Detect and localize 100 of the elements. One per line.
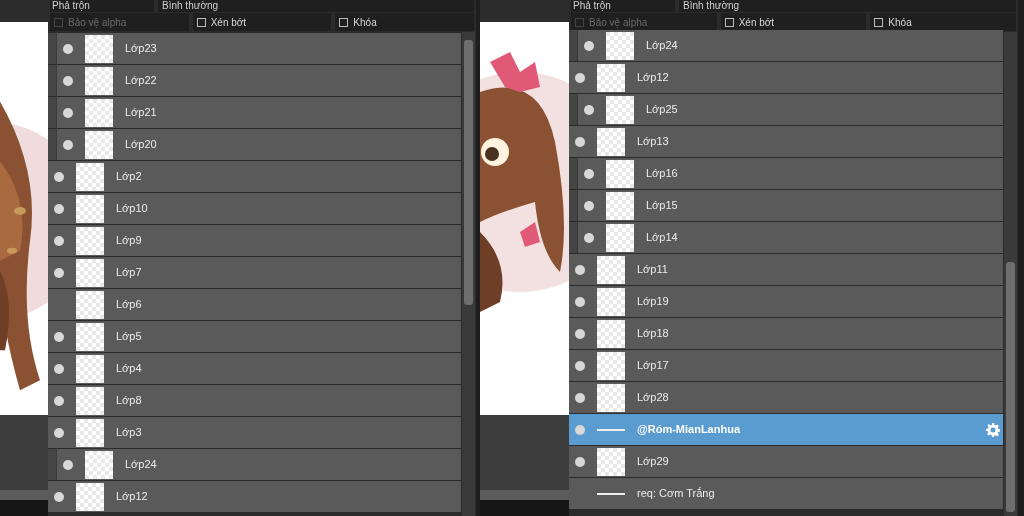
layer-row[interactable]: req: Cơm Trắng	[569, 478, 1003, 509]
visibility-toggle[interactable]	[575, 264, 585, 275]
layer-name: Lớp4	[116, 361, 142, 377]
layer-row[interactable]: Lớp24	[56, 449, 461, 480]
visibility-toggle[interactable]	[63, 43, 73, 54]
visibility-toggle[interactable]	[584, 40, 594, 51]
layer-name: Lớp22	[125, 73, 157, 89]
visibility-toggle[interactable]	[584, 104, 594, 115]
layer-name: Lớp20	[125, 137, 157, 153]
visibility-toggle[interactable]	[54, 203, 64, 214]
layer-row[interactable]: Lớp25	[577, 94, 1003, 125]
layer-thumbnail	[76, 322, 104, 351]
layer-name: Lớp12	[637, 70, 669, 86]
blend-mode-dropdown[interactable]: Bình thường	[158, 0, 474, 12]
layer-thumbnail	[597, 255, 625, 284]
layer-thumbnail	[76, 258, 104, 287]
visibility-toggle[interactable]	[575, 392, 585, 403]
layer-row[interactable]: Lớp13	[569, 126, 1003, 157]
layer-thumbnail	[76, 290, 104, 319]
visibility-toggle[interactable]	[584, 168, 594, 179]
visibility-toggle[interactable]	[63, 75, 73, 86]
layer-name: Lớp7	[116, 265, 142, 281]
layer-row[interactable]: Lớp8	[48, 385, 461, 416]
layer-thumbnail	[76, 162, 104, 191]
layer-name: Lớp19	[637, 294, 669, 310]
layer-name: Lớp15	[646, 198, 678, 214]
option-checkbox[interactable]: Xén bớt	[192, 13, 332, 31]
layer-row[interactable]: Lớp16	[577, 158, 1003, 189]
layer-name: Lớp17	[637, 358, 669, 374]
visibility-toggle[interactable]	[575, 424, 585, 435]
visibility-toggle[interactable]	[63, 139, 73, 150]
layer-row[interactable]: Lớp9	[48, 225, 461, 256]
visibility-toggle[interactable]	[54, 267, 64, 278]
visibility-toggle[interactable]	[54, 427, 64, 438]
layer-row[interactable]: Lớp22	[56, 65, 461, 96]
layer-name: @Róm-MianLanhua	[637, 422, 740, 438]
visibility-toggle[interactable]	[63, 107, 73, 118]
blend-mode-dropdown[interactable]: Bình thường	[679, 0, 1016, 12]
layer-thumbnail	[76, 354, 104, 383]
visibility-toggle[interactable]	[575, 360, 585, 371]
layer-row[interactable]: Lớp3	[48, 417, 461, 448]
settings-icon[interactable]	[986, 422, 1000, 437]
layer-row[interactable]: Lớp18	[569, 318, 1003, 349]
layer-thumbnail	[76, 418, 104, 447]
layer-row[interactable]: Lớp11	[569, 254, 1003, 285]
layer-name: Lớp5	[116, 329, 142, 345]
layer-name: Lớp3	[116, 425, 142, 441]
layer-thumbnail	[597, 447, 625, 476]
option-checkbox[interactable]: Xén bớt	[720, 13, 867, 31]
visibility-toggle[interactable]	[63, 459, 73, 470]
visibility-toggle[interactable]	[575, 328, 585, 339]
visibility-toggle[interactable]	[54, 171, 64, 182]
layer-thumbnail	[606, 31, 634, 60]
scrollbar[interactable]	[462, 32, 475, 516]
layer-row[interactable]: Lớp14	[577, 222, 1003, 253]
visibility-toggle[interactable]	[54, 331, 64, 342]
layer-row[interactable]: Lớp23	[56, 33, 461, 64]
blend-label: Phả trộn	[50, 0, 154, 12]
layer-name: Lớp13	[637, 134, 669, 150]
layer-name: Lớp24	[125, 457, 157, 473]
visibility-toggle[interactable]	[584, 200, 594, 211]
visibility-toggle[interactable]	[575, 72, 585, 83]
layer-row[interactable]: Lớp5	[48, 321, 461, 352]
layer-row[interactable]: Lớp20	[56, 129, 461, 160]
layer-row[interactable]: Lớp29	[569, 446, 1003, 477]
layer-name: Lớp8	[116, 393, 142, 409]
visibility-toggle[interactable]	[54, 491, 64, 502]
layer-row[interactable]: Lớp15	[577, 190, 1003, 221]
option-checkbox[interactable]: Khóa	[335, 13, 474, 31]
layer-row[interactable]: Lớp2	[48, 161, 461, 192]
visibility-toggle[interactable]	[54, 363, 64, 374]
layer-row[interactable]: Lớp7	[48, 257, 461, 288]
layer-name: Lớp14	[646, 230, 678, 246]
layer-thumbnail	[597, 319, 625, 348]
visibility-toggle[interactable]	[575, 456, 585, 467]
layer-thumbnail	[85, 130, 113, 159]
visibility-toggle[interactable]	[54, 235, 64, 246]
layer-name: Lớp24	[646, 38, 678, 54]
visibility-toggle[interactable]	[54, 395, 64, 406]
layer-row[interactable]: Lớp10	[48, 193, 461, 224]
layer-row[interactable]: Lớp21	[56, 97, 461, 128]
visibility-toggle[interactable]	[575, 296, 585, 307]
layer-name: Lớp9	[116, 233, 142, 249]
layer-row[interactable]: Lớp6	[48, 289, 461, 320]
layer-thumbnail	[597, 287, 625, 316]
layer-thumbnail	[606, 191, 634, 220]
layer-row[interactable]: Lớp12	[48, 481, 461, 512]
scrollbar[interactable]	[1004, 32, 1017, 516]
layer-row[interactable]: Lớp28	[569, 382, 1003, 413]
layer-row[interactable]: Lớp24	[577, 30, 1003, 61]
layer-row[interactable]: Lớp4	[48, 353, 461, 384]
layer-name: Lớp28	[637, 390, 669, 406]
layer-name: req: Cơm Trắng	[637, 486, 715, 502]
layer-row[interactable]: Lớp17	[569, 350, 1003, 381]
layer-thumbnail	[597, 351, 625, 380]
layer-row[interactable]: Lớp19	[569, 286, 1003, 317]
option-checkbox[interactable]: Khóa	[870, 13, 1016, 31]
visibility-toggle[interactable]	[575, 136, 585, 147]
layer-row[interactable]: Lớp12	[569, 62, 1003, 93]
visibility-toggle[interactable]	[584, 232, 594, 243]
